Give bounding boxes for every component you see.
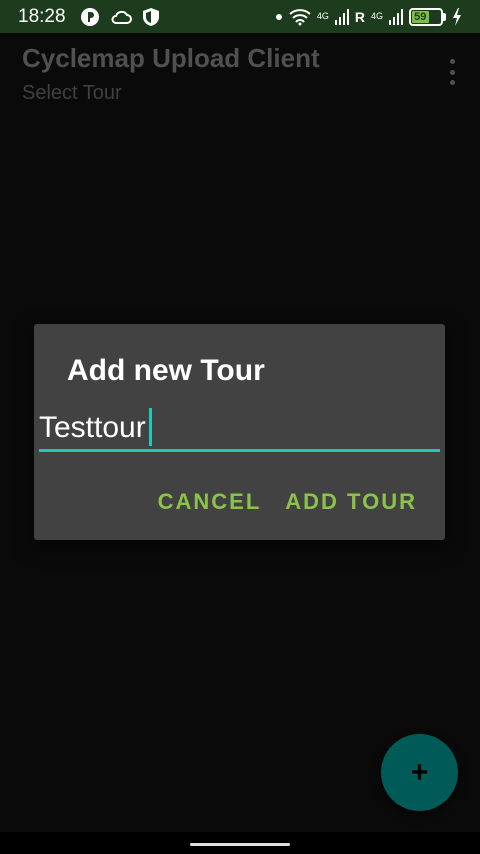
add-tour-button[interactable]: ADD TOUR [285, 489, 417, 515]
wifi-icon [289, 8, 311, 25]
plus-icon: + [410, 755, 429, 789]
cloud-icon [111, 10, 132, 24]
overflow-menu-icon[interactable] [446, 59, 458, 85]
dialog-title: Add new Tour [67, 354, 265, 387]
add-fab-button[interactable]: + [381, 734, 458, 811]
dot-icon [275, 13, 282, 20]
status-time: 18:28 [18, 5, 66, 27]
add-tour-dialog: Add new Tour CANCEL ADD TOUR [34, 324, 445, 540]
signal-4g-icon [389, 8, 403, 25]
navigation-bar [0, 832, 480, 854]
app-title: Cyclemap Upload Client [22, 43, 320, 73]
tour-name-field[interactable] [39, 406, 440, 452]
cancel-button[interactable]: CANCEL [158, 489, 262, 515]
pinterest-like-icon [80, 7, 99, 26]
home-indicator[interactable] [190, 843, 290, 846]
shield-icon [142, 7, 159, 26]
app-subtitle: Select Tour [22, 82, 122, 104]
text-caret [149, 408, 152, 446]
battery-level: 59 [412, 10, 429, 23]
charging-icon [453, 7, 461, 26]
tour-name-input[interactable] [39, 406, 440, 449]
status-bar: 18:28 4G R 4G 59 [0, 0, 480, 33]
battery-icon: 59 [409, 7, 446, 26]
signal-4g-icon [334, 8, 349, 25]
app-bar: Cyclemap Upload Client Select Tour [0, 33, 480, 113]
roaming-indicator: R [354, 8, 365, 25]
network-type-2: 4G [370, 11, 383, 21]
status-left-icons [80, 7, 160, 27]
status-right-icons: 4G R 4G 59 [275, 7, 462, 26]
dialog-actions: CANCEL ADD TOUR [158, 489, 417, 515]
network-type-1: 4G [316, 11, 329, 21]
